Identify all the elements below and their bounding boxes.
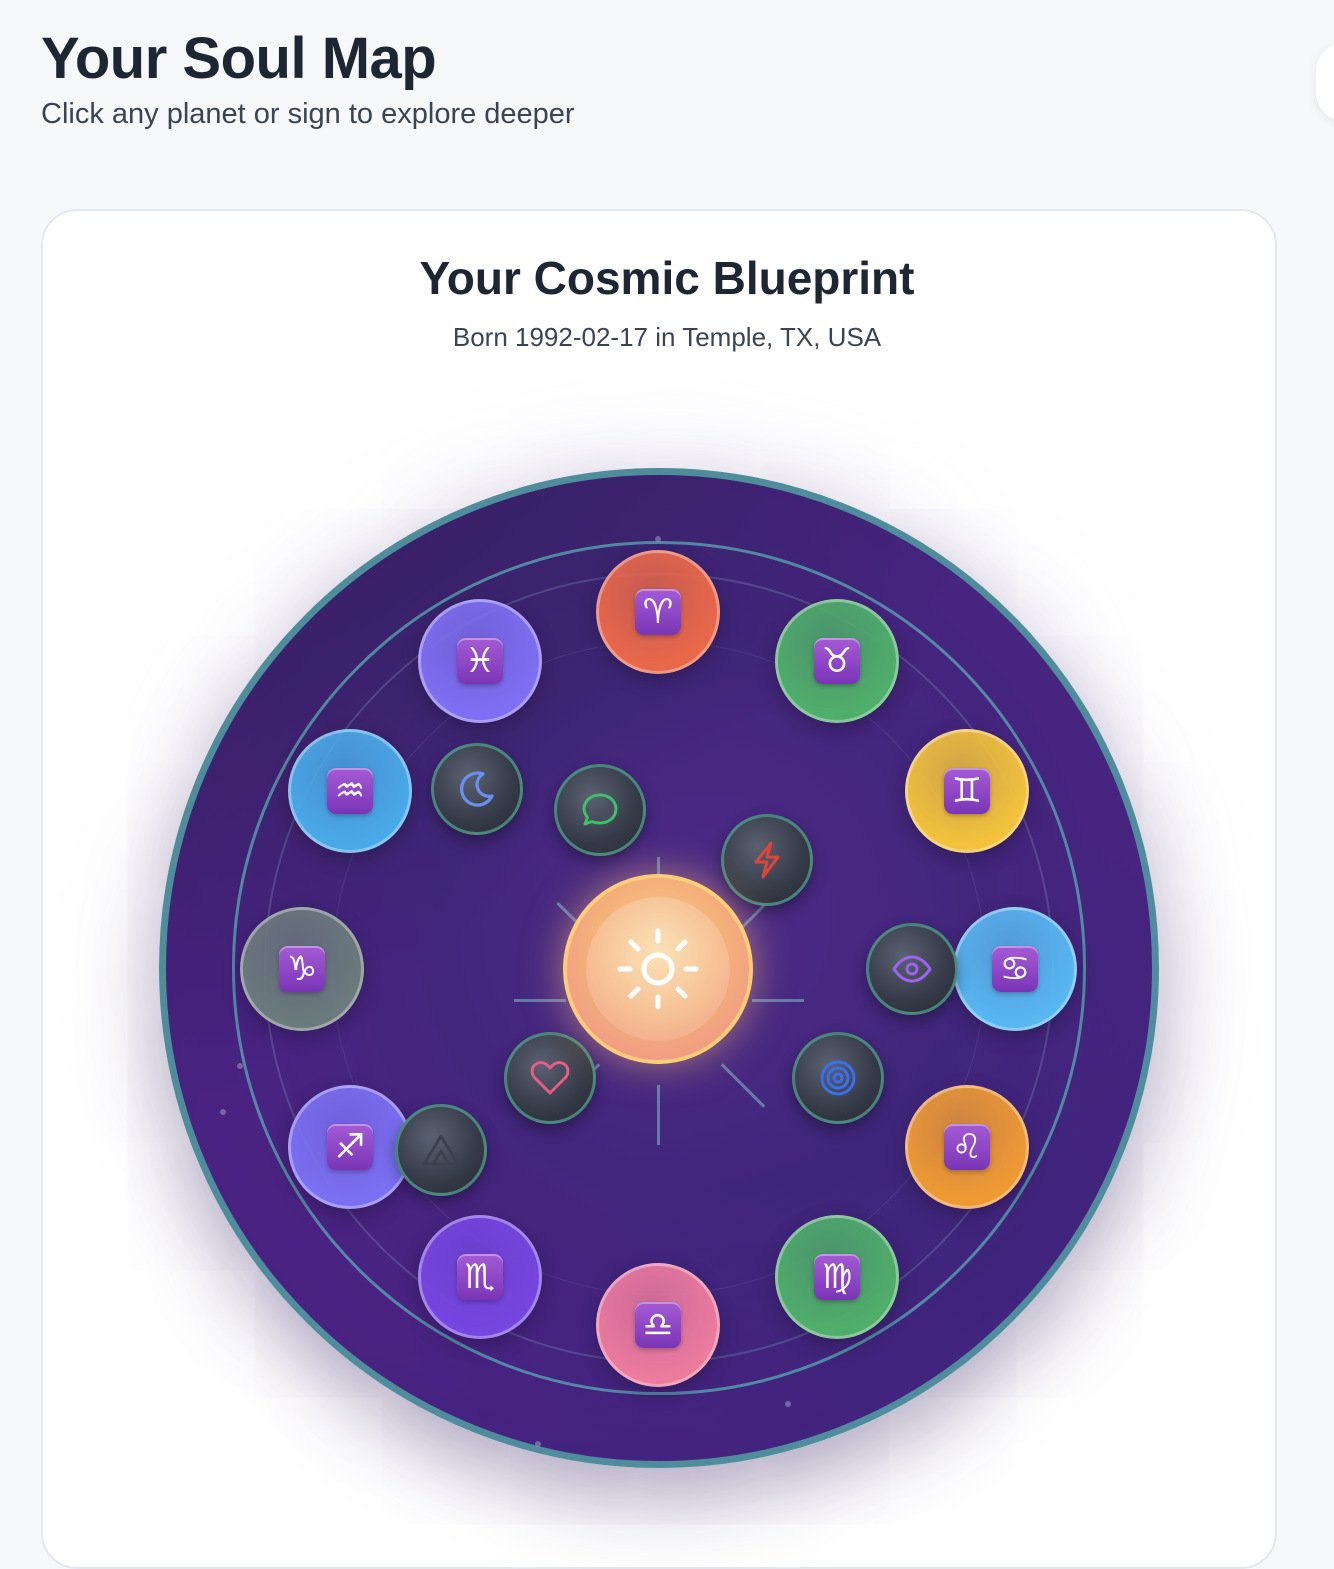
sign-taurus[interactable]: ♉ (775, 599, 899, 723)
virgo-icon: ♍ (814, 1254, 860, 1300)
sign-virgo[interactable]: ♍ (775, 1215, 899, 1339)
scorpio-icon: ♏ (457, 1254, 503, 1300)
sun-ray (514, 999, 566, 1002)
star-dot (655, 536, 661, 542)
planet-mercury[interactable] (554, 764, 646, 856)
card-title: Your Cosmic Blueprint (419, 252, 915, 304)
planet-sun[interactable] (563, 874, 753, 1064)
capricorn-icon: ♑ (279, 946, 325, 992)
planet-moon[interactable] (431, 743, 523, 835)
moon-icon (460, 771, 494, 807)
sign-leo[interactable]: ♌ (905, 1085, 1029, 1209)
sun-ray (752, 999, 804, 1002)
star-dot (220, 1109, 226, 1115)
pisces-icon: ♓ (457, 638, 503, 684)
sign-capricorn[interactable]: ♑ (240, 907, 364, 1031)
heart-icon (530, 1061, 570, 1095)
cancer-icon: ♋ (992, 946, 1038, 992)
side-panel-toggle[interactable] (1316, 42, 1334, 122)
star-dot (237, 1063, 243, 1069)
eye-icon (892, 955, 932, 983)
star-dot (535, 1441, 541, 1447)
star-dot (785, 1401, 791, 1407)
page-header: Your Soul Map Click any planet or sign t… (41, 24, 575, 132)
sign-sagittarius[interactable]: ♐ (288, 1085, 412, 1209)
sun-ray (657, 1085, 660, 1145)
sun-icon (617, 928, 699, 1010)
sun-core (586, 897, 730, 1041)
sign-aries[interactable]: ♈ (596, 550, 720, 674)
spiral-icon (820, 1060, 856, 1096)
lightning-icon (754, 841, 780, 879)
sign-aquarius[interactable]: ♒ (288, 729, 412, 853)
aries-icon: ♈ (635, 589, 681, 635)
planet-venus[interactable] (504, 1032, 596, 1124)
sign-pisces[interactable]: ♓ (418, 599, 542, 723)
planet-neptune[interactable] (866, 923, 958, 1015)
chat-bubble-icon (582, 793, 618, 826)
page-subtitle: Click any planet or sign to explore deep… (41, 98, 575, 130)
sign-scorpio[interactable]: ♏ (418, 1215, 542, 1339)
aquarius-icon: ♒ (327, 768, 373, 814)
sagittarius-icon: ♐ (327, 1124, 373, 1170)
leo-icon: ♌ (944, 1124, 990, 1170)
mountain-icon (422, 1134, 460, 1166)
gemini-icon: ♊ (944, 768, 990, 814)
taurus-icon: ♉ (814, 638, 860, 684)
sign-gemini[interactable]: ♊ (905, 729, 1029, 853)
libra-icon: ♎ (635, 1302, 681, 1348)
sign-cancer[interactable]: ♋ (953, 907, 1077, 1031)
sign-libra[interactable]: ♎ (596, 1263, 720, 1387)
page-title: Your Soul Map (41, 26, 437, 91)
birth-details: Born 1992-02-17 in Temple, TX, USA (452, 322, 882, 352)
planet-saturn[interactable] (395, 1104, 487, 1196)
planet-pluto[interactable] (792, 1032, 884, 1124)
planet-mars[interactable] (721, 814, 813, 906)
